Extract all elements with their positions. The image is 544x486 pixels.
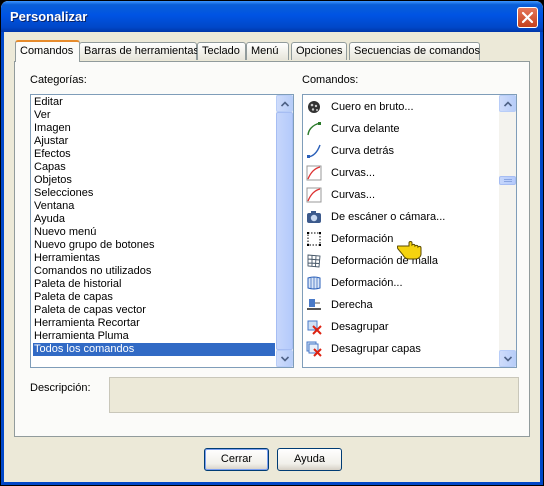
command-item[interactable]: De escáner o cámara... (306, 206, 496, 228)
command-item[interactable]: Desagrupar capas (306, 338, 496, 360)
categories-label: Categorías: (30, 74, 87, 86)
tab-options[interactable]: Opciones (291, 42, 347, 60)
scroll-down-button[interactable] (499, 350, 516, 367)
tab-scripts[interactable]: Secuencias de comandos (349, 42, 480, 60)
category-item[interactable]: Objetos (33, 174, 72, 187)
category-item[interactable]: Nuevo menú (33, 226, 96, 239)
command-item[interactable]: Cuero en bruto... (306, 96, 496, 118)
command-item[interactable]: Deformación... (306, 272, 496, 294)
scroll-down-button[interactable] (276, 350, 293, 367)
title-bar[interactable]: Personalizar (1, 1, 543, 32)
close-window-button[interactable] (517, 7, 538, 28)
category-item[interactable]: Capas (33, 161, 66, 174)
curves-icon (306, 187, 322, 203)
command-item[interactable]: Curvas... (306, 162, 496, 184)
tab-toolbars[interactable]: Barras de herramientas (79, 42, 199, 60)
categories-list[interactable]: Editar Ver Imagen Ajustar Efectos Capas Objeto… (30, 94, 294, 368)
mesh-warp-icon (307, 254, 321, 268)
command-label: Derecha (331, 299, 373, 311)
category-item[interactable]: Editar (33, 96, 63, 109)
warp-icon (307, 276, 321, 290)
command-label: Desagrupar capas (331, 343, 421, 355)
hand-cursor-icon (397, 241, 422, 260)
command-item[interactable]: Derecha (306, 294, 496, 316)
window-title: Personalizar (10, 9, 88, 24)
tab-menu[interactable]: Menú (246, 42, 289, 60)
leather-icon (308, 101, 320, 113)
scroll-up-button[interactable] (276, 95, 293, 112)
scroll-up-button[interactable] (499, 95, 516, 112)
categories-scrollbar[interactable] (276, 95, 293, 367)
curves-icon (306, 165, 322, 181)
command-label: Cuero en bruto... (331, 101, 414, 113)
curve-back-icon (307, 144, 321, 158)
command-label: Curvas... (331, 189, 376, 201)
commands-scrollbar[interactable] (499, 95, 516, 367)
category-item[interactable]: Herramienta Recortar (33, 317, 140, 330)
category-item[interactable]: Efectos (33, 148, 71, 161)
tab-commands[interactable]: Comandos (15, 40, 80, 62)
category-item[interactable]: Ajustar (33, 135, 68, 148)
command-item[interactable]: Curva delante (306, 118, 496, 140)
customize-dialog: Personalizar Comandos Barras de herramie… (1, 1, 543, 485)
chevron-up-icon (504, 101, 512, 107)
ungroup-icon (307, 320, 322, 335)
command-label: Deformación... (331, 277, 403, 289)
close-icon (521, 11, 534, 24)
category-item[interactable]: Imagen (33, 122, 71, 135)
close-button[interactable]: Cerrar (204, 448, 269, 471)
command-item[interactable]: Curva detrás (306, 140, 496, 162)
category-item[interactable]: Selecciones (33, 187, 93, 200)
curve-front-icon (307, 122, 321, 136)
category-item[interactable]: Nuevo grupo de botones (33, 239, 154, 252)
chevron-down-icon (504, 356, 512, 362)
command-label: Curva delante (331, 123, 400, 135)
scroll-thumb[interactable] (276, 112, 293, 350)
chevron-up-icon (281, 101, 289, 107)
commands-list[interactable]: Cuero en bruto... Curva delante Curva detr… (302, 94, 517, 368)
chevron-down-icon (281, 356, 289, 362)
category-item[interactable]: Ventana (33, 200, 74, 213)
category-item[interactable]: Comandos no utilizados (33, 265, 151, 278)
category-item[interactable]: Paleta de capas vector (33, 304, 146, 317)
command-label: De escáner o cámara... (331, 211, 446, 223)
deform-icon (307, 232, 321, 246)
ungroup-layers-icon (306, 341, 322, 357)
align-right-icon (307, 299, 321, 310)
command-item[interactable]: Curvas... (306, 184, 496, 206)
description-label: Descripción: (30, 382, 91, 394)
category-item[interactable]: Paleta de historial (33, 278, 121, 291)
description-box (109, 377, 519, 413)
scroll-thumb[interactable] (499, 176, 516, 185)
help-button[interactable]: Ayuda (277, 448, 342, 471)
category-item[interactable]: Paleta de capas (33, 291, 113, 304)
category-item[interactable]: Herramientas (33, 252, 100, 265)
command-label: Deformación (331, 233, 394, 245)
command-label: Curvas... (331, 167, 376, 179)
commands-label: Comandos: (302, 74, 359, 86)
tab-keyboard[interactable]: Teclado (197, 42, 246, 60)
category-item[interactable]: Ayuda (33, 213, 65, 226)
category-item[interactable]: Ver (33, 109, 51, 122)
command-item[interactable]: Desagrupar (306, 316, 496, 338)
command-label: Curva detrás (331, 145, 394, 157)
camera-icon (307, 211, 321, 223)
category-item[interactable]: Todos los comandos (33, 343, 275, 356)
category-item[interactable]: Herramienta Pluma (33, 330, 129, 343)
command-label: Desagrupar (331, 321, 389, 333)
